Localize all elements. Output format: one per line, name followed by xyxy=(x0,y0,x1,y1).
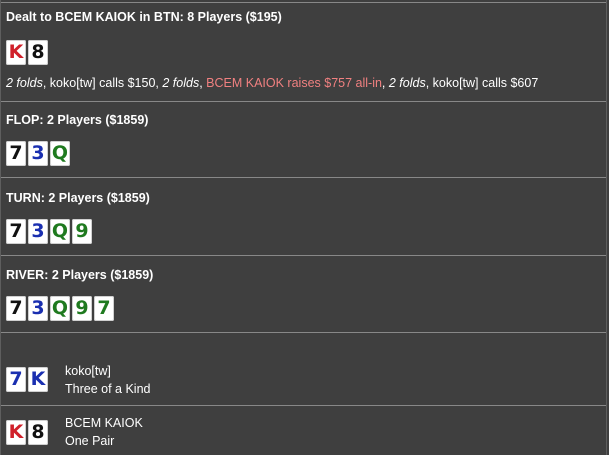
flop-header: FLOP: 2 Players ($1859) xyxy=(6,113,149,127)
playing-card: 8 xyxy=(28,40,48,65)
playing-card: Q xyxy=(50,219,70,244)
preflop-header: Dealt to BCEM KAIOK in BTN: 8 Players ($… xyxy=(6,10,282,24)
hero-action: BCEM KAIOK raises $757 all-in xyxy=(206,76,382,90)
playing-card: 7 xyxy=(6,367,26,392)
turn-header: TURN: 2 Players ($1859) xyxy=(6,191,150,205)
river-cards: 73Q97 xyxy=(6,296,114,321)
showdown-hand-2: One Pair xyxy=(65,434,115,448)
playing-card: 9 xyxy=(72,296,92,321)
action-segment: , xyxy=(381,76,389,90)
action-segment: 2 folds xyxy=(6,76,43,90)
river-divider xyxy=(1,332,606,333)
showdown-hand-1: Three of a Kind xyxy=(65,382,151,396)
turn-divider xyxy=(1,255,606,256)
showdown-cards-1: 7K xyxy=(6,367,48,392)
action-segment: 2 folds xyxy=(162,76,200,90)
flop-divider xyxy=(1,177,606,178)
playing-card: 9 xyxy=(72,219,92,244)
playing-card: Q xyxy=(50,296,70,321)
action-segment: 2 folds xyxy=(388,76,426,90)
playing-card: 7 xyxy=(6,219,26,244)
action-segment: , koko[tw] calls $607 xyxy=(425,76,539,90)
preflop-actions: 2 folds, koko[tw] calls $150, 2 folds, B… xyxy=(6,76,538,90)
playing-card: Q xyxy=(50,141,70,166)
showdown-cards-2: K8 xyxy=(6,420,48,445)
showdown-player-1: koko[tw] xyxy=(65,364,111,378)
playing-card: K xyxy=(6,40,26,65)
turn-cards: 73Q9 xyxy=(6,219,92,244)
playing-card: 7 xyxy=(94,296,114,321)
showdown-divider xyxy=(1,405,606,406)
river-header: RIVER: 2 Players ($1859) xyxy=(6,268,154,282)
hole-cards: K8 xyxy=(6,40,48,65)
action-segment: , koko[tw] calls $150, xyxy=(42,76,163,90)
playing-card: K xyxy=(6,420,26,445)
playing-card: 7 xyxy=(6,141,26,166)
preflop-divider xyxy=(1,101,606,102)
playing-card: 3 xyxy=(28,141,48,166)
playing-card: 3 xyxy=(28,219,48,244)
flop-cards: 73Q xyxy=(6,141,70,166)
hand-history-panel: Dealt to BCEM KAIOK in BTN: 8 Players ($… xyxy=(0,0,607,455)
top-divider xyxy=(1,2,606,3)
playing-card: 7 xyxy=(6,296,26,321)
playing-card: 3 xyxy=(28,296,48,321)
playing-card: K xyxy=(28,367,48,392)
showdown-player-2: BCEM KAIOK xyxy=(65,416,143,430)
playing-card: 8 xyxy=(28,420,48,445)
